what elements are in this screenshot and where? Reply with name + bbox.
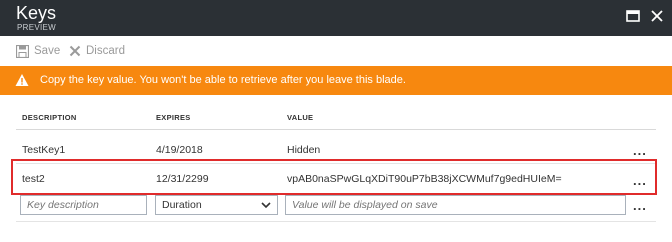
- row-1-expires: 4/19/2018: [156, 144, 203, 156]
- blade-subtitle: PREVIEW: [17, 23, 56, 32]
- row-1-more-button[interactable]: ...: [633, 144, 647, 157]
- key-description-input[interactable]: [20, 195, 147, 215]
- blade-title: Keys: [16, 3, 57, 23]
- save-label: Save: [34, 45, 61, 57]
- warning-banner: Copy the key value. You won't be able to…: [0, 66, 672, 95]
- blade-header: Keys PREVIEW: [0, 0, 672, 36]
- close-icon: [651, 10, 663, 22]
- new-row-more-button[interactable]: ...: [633, 199, 647, 212]
- column-header-value: VALUE: [287, 113, 314, 122]
- chevron-down-icon: [261, 202, 271, 209]
- duration-select[interactable]: Duration: [155, 195, 278, 215]
- column-header-expires: EXPIRES: [156, 113, 191, 122]
- column-header-description: DESCRIPTION: [22, 113, 77, 122]
- row-divider: [16, 221, 656, 222]
- row-2-description: test2: [22, 173, 45, 185]
- duration-select-value: Duration: [162, 199, 202, 211]
- row-2-value: vpAB0naSPwGLqXDiT90uP7bB38jXCWMuf7g9edHU…: [287, 173, 562, 185]
- close-button[interactable]: [650, 9, 666, 25]
- row-1-description: TestKey1: [22, 144, 66, 156]
- warning-text: Copy the key value. You won't be able to…: [40, 74, 406, 86]
- discard-label: Discard: [86, 45, 125, 57]
- save-button[interactable]: Save: [16, 43, 60, 59]
- key-value-input[interactable]: [285, 195, 626, 215]
- save-icon: [16, 44, 29, 58]
- command-bar: Save Discard: [0, 36, 672, 66]
- discard-button[interactable]: Discard: [69, 43, 125, 59]
- row-2-more-button[interactable]: ...: [633, 174, 647, 187]
- warning-icon: [15, 74, 29, 86]
- maximize-button[interactable]: [626, 9, 642, 25]
- row-1-value: Hidden: [287, 144, 321, 156]
- maximize-icon: [626, 10, 640, 22]
- discard-icon: [69, 45, 81, 57]
- header-divider: [16, 129, 656, 130]
- row-2-expires: 12/31/2299: [156, 173, 209, 185]
